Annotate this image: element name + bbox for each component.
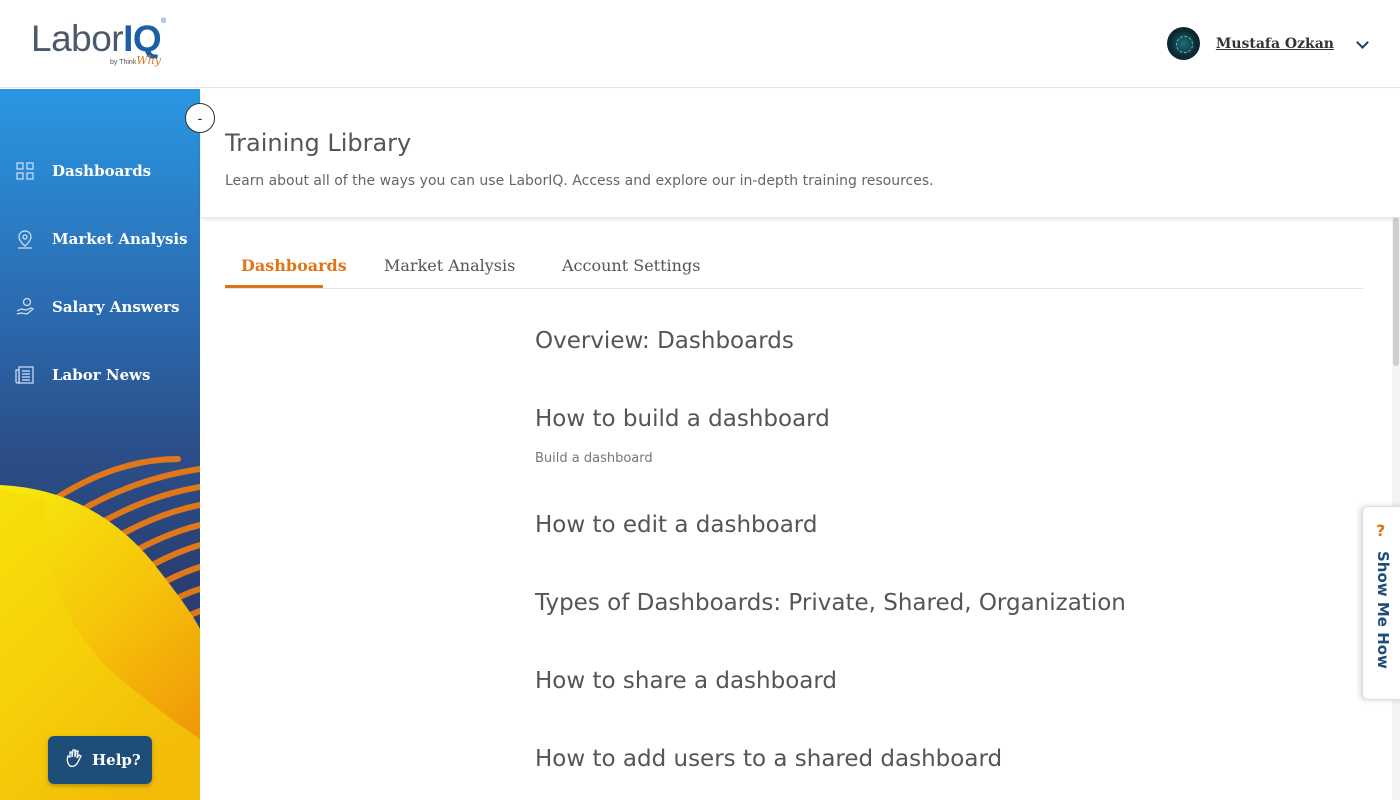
lesson-subtitle-link[interactable]: Build a dashboard	[535, 451, 653, 466]
sidebar-collapse-button[interactable]: -	[185, 103, 215, 133]
sidebar-item-label: Market Analysis	[52, 230, 188, 248]
sidebar-item-dashboards[interactable]: Dashboards	[0, 151, 200, 191]
tab-dashboards[interactable]: Dashboards	[241, 256, 347, 275]
question-mark-icon: ?	[1376, 521, 1386, 540]
scrollbar-thumb[interactable]	[1393, 218, 1399, 366]
sidebar: Dashboards Market Analysis Salary Answer…	[0, 89, 200, 800]
sidebar-item-label: Dashboards	[52, 162, 152, 180]
lesson-link[interactable]: Overview: Dashboards	[535, 328, 794, 354]
sidebar-decoration	[0, 456, 200, 800]
user-menu[interactable]: Mustafa Ozkan	[1166, 27, 1370, 60]
lesson-link[interactable]: How to edit a dashboard	[535, 512, 817, 538]
help-button[interactable]: Help?	[48, 736, 152, 784]
lesson-link[interactable]: How to build a dashboard	[535, 406, 830, 432]
map-pin-icon	[15, 229, 35, 249]
hand-coin-icon	[15, 297, 35, 317]
sidebar-item-salary-answers[interactable]: Salary Answers	[0, 287, 200, 327]
grid-icon	[15, 161, 35, 181]
laboriq-logo[interactable]: LaborIQ ® by ThinkWhy	[31, 18, 171, 72]
tab-market-analysis[interactable]: Market Analysis	[384, 256, 515, 275]
active-tab-indicator	[225, 285, 323, 288]
sidebar-item-market-analysis[interactable]: Market Analysis	[0, 219, 200, 259]
page-title: Training Library	[225, 129, 412, 157]
newspaper-icon	[15, 365, 35, 385]
show-me-how-tab[interactable]: ? Show Me How	[1362, 506, 1400, 700]
page-header: Training Library Learn about all of the …	[201, 89, 1400, 217]
show-me-how-label: Show Me How	[1374, 551, 1392, 669]
sidebar-item-label: Labor News	[52, 366, 151, 384]
lesson-link[interactable]: Types of Dashboards: Private, Shared, Or…	[535, 590, 1126, 616]
tab-bar: Dashboards Market Analysis Account Setti…	[225, 248, 1363, 289]
sidebar-item-labor-news[interactable]: Labor News	[0, 355, 200, 395]
lesson-link[interactable]: How to add users to a shared dashboard	[535, 746, 1002, 772]
sidebar-item-label: Salary Answers	[52, 298, 180, 316]
tab-account-settings[interactable]: Account Settings	[562, 256, 700, 275]
top-header: LaborIQ ® by ThinkWhy Mustafa Ozkan	[0, 0, 1400, 88]
lesson-link[interactable]: How to share a dashboard	[535, 668, 837, 694]
user-name-link[interactable]: Mustafa Ozkan	[1216, 36, 1334, 52]
chevron-down-icon[interactable]	[1356, 37, 1370, 51]
avatar-icon[interactable]	[1166, 27, 1200, 60]
logo-byline: by ThinkWhy	[110, 54, 161, 67]
hand-wave-icon	[64, 748, 84, 773]
page-subtitle: Learn about all of the ways you can use …	[225, 173, 934, 189]
logo-trademark: ®	[161, 18, 167, 25]
help-label: Help?	[92, 751, 141, 769]
